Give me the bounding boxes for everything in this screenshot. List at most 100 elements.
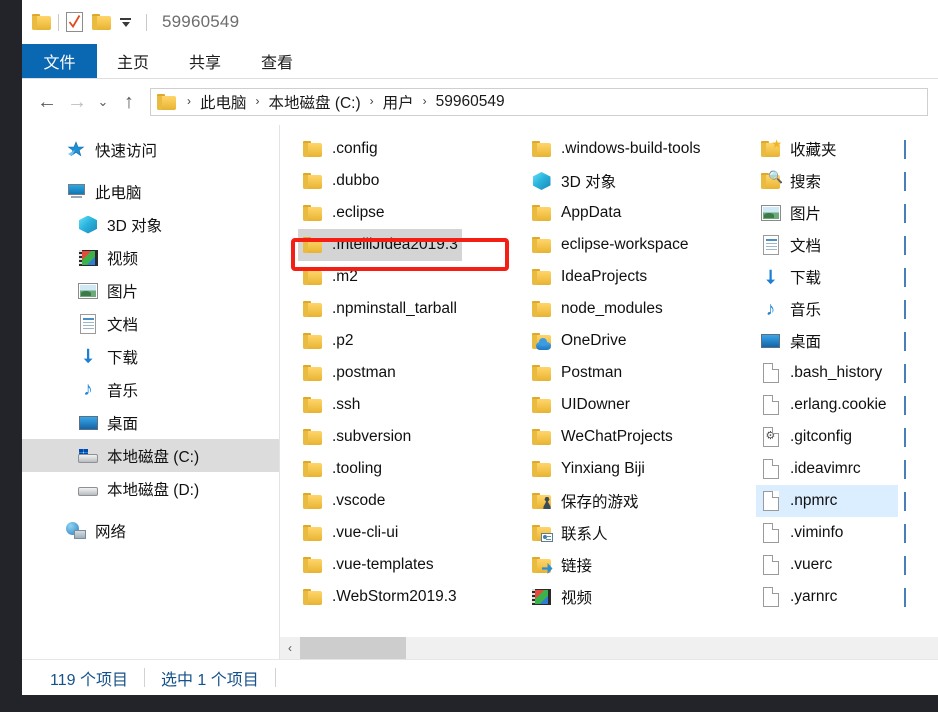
list-item-partial[interactable]: [904, 581, 922, 613]
list-item[interactable]: 桌面: [756, 325, 825, 357]
horizontal-scrollbar[interactable]: ‹: [280, 637, 938, 659]
sidebar-item-this-pc[interactable]: 此电脑: [22, 175, 279, 208]
explorer-folder-icon[interactable]: [32, 14, 51, 30]
list-item[interactable]: UIDowner: [527, 389, 634, 421]
list-item[interactable]: .eclipse: [298, 197, 389, 229]
list-item[interactable]: node_modules: [527, 293, 667, 325]
list-item[interactable]: eclipse-workspace: [527, 229, 693, 261]
address-input[interactable]: › 此电脑 › 本地磁盘 (C:) › 用户 › 59960549: [150, 88, 928, 116]
sidebar-item-local-disk-c[interactable]: 本地磁盘 (C:): [22, 439, 279, 472]
tab-file[interactable]: 文件: [22, 44, 97, 78]
sidebar-item-local-disk-d[interactable]: 本地磁盘 (D:): [22, 472, 279, 505]
list-item-partial[interactable]: [904, 453, 922, 485]
list-item-partial[interactable]: [904, 261, 922, 293]
sidebar-item-downloads[interactable]: ⭣ 下载: [22, 340, 279, 373]
list-item[interactable]: 保存的游戏: [527, 485, 643, 517]
list-item[interactable]: .ssh: [298, 389, 364, 421]
tab-share[interactable]: 共享: [169, 44, 241, 78]
breadcrumb-this-pc[interactable]: 此电脑: [198, 91, 249, 113]
list-item-partial[interactable]: [904, 485, 922, 517]
list-item-partial[interactable]: [904, 293, 922, 325]
list-item[interactable]: .vscode: [298, 485, 389, 517]
status-divider-2: [274, 668, 276, 687]
list-item[interactable]: .config: [298, 133, 382, 165]
address-bar-row: ← → ⌄ ↑ › 此电脑 › 本地磁盘 (C:) › 用户 › 5996054…: [22, 79, 938, 125]
up-button[interactable]: ↑: [114, 87, 144, 117]
list-item[interactable]: .vue-templates: [298, 549, 438, 581]
list-item[interactable]: .viminfo: [756, 517, 847, 549]
breadcrumb-users[interactable]: 用户: [381, 91, 416, 113]
list-item[interactable]: .npminstall_tarball: [298, 293, 461, 325]
list-item-partial[interactable]: [904, 549, 922, 581]
list-item[interactable]: .yarnrc: [756, 581, 841, 613]
breadcrumb-current-user[interactable]: 59960549: [434, 93, 507, 111]
sidebar-item-network[interactable]: 网络: [22, 514, 279, 547]
list-item-selected[interactable]: .IntelliJIdea2019.3: [298, 229, 462, 261]
list-item[interactable]: WeChatProjects: [527, 421, 677, 453]
list-item-partial[interactable]: [904, 229, 922, 261]
list-item[interactable]: ★ 收藏夹: [756, 133, 841, 165]
list-item[interactable]: .WebStorm2019.3: [298, 581, 461, 613]
file-name: .windows-build-tools: [561, 140, 701, 157]
folder-icon: [302, 267, 323, 288]
recent-locations-button[interactable]: ⌄: [92, 87, 114, 117]
list-item[interactable]: 🔍 搜索: [756, 165, 825, 197]
sidebar-item-music[interactable]: ♪ 音乐: [22, 373, 279, 406]
sidebar-item-quick-access[interactable]: 快速访问: [22, 133, 279, 166]
tab-home[interactable]: 主页: [97, 44, 169, 78]
list-item[interactable]: 文档: [756, 229, 825, 261]
list-item[interactable]: 图片: [756, 197, 825, 229]
list-item[interactable]: 3D 对象: [527, 165, 620, 197]
list-item-partial[interactable]: [904, 389, 922, 421]
tab-view[interactable]: 查看: [241, 44, 313, 78]
list-item[interactable]: .postman: [298, 357, 400, 389]
list-item[interactable]: 联系人: [527, 517, 612, 549]
list-item[interactable]: .gitconfig: [756, 421, 856, 453]
saved-games-icon: [531, 491, 552, 512]
list-item[interactable]: OneDrive: [527, 325, 630, 357]
list-item[interactable]: Postman: [527, 357, 626, 389]
list-item-partial[interactable]: [904, 325, 922, 357]
list-item[interactable]: IdeaProjects: [527, 261, 651, 293]
list-item-partial[interactable]: [904, 165, 922, 197]
file-list-pane[interactable]: .config .dubbo .eclipse .IntelliJIdea201…: [280, 125, 938, 659]
list-item-partial[interactable]: [904, 421, 922, 453]
sidebar-item-desktop[interactable]: 桌面: [22, 406, 279, 439]
list-item[interactable]: .m2: [298, 261, 362, 293]
list-item[interactable]: .p2: [298, 325, 358, 357]
list-item[interactable]: Yinxiang Biji: [527, 453, 649, 485]
list-item[interactable]: .dubbo: [298, 165, 383, 197]
folder-icon: [531, 139, 552, 160]
list-item[interactable]: ⭣ 下载: [756, 261, 825, 293]
list-item[interactable]: .ideavimrc: [756, 453, 865, 485]
list-item[interactable]: .vuerc: [756, 549, 836, 581]
list-item[interactable]: AppData: [527, 197, 625, 229]
list-item[interactable]: .subversion: [298, 421, 415, 453]
file-name: 3D 对象: [561, 174, 617, 191]
sidebar-item-documents[interactable]: 文档: [22, 307, 279, 340]
list-item[interactable]: .vue-cli-ui: [298, 517, 402, 549]
list-item[interactable]: .tooling: [298, 453, 386, 485]
list-item-partial[interactable]: [904, 357, 922, 389]
list-item[interactable]: ♪ 音乐: [756, 293, 825, 325]
list-item-partial[interactable]: [904, 197, 922, 229]
list-item-partial[interactable]: [904, 517, 922, 549]
list-item[interactable]: .bash_history: [756, 357, 886, 389]
chevron-down-icon[interactable]: [119, 15, 133, 29]
scrollbar-thumb[interactable]: [300, 637, 406, 659]
properties-checkbox-icon[interactable]: [66, 12, 83, 32]
list-item[interactable]: .windows-build-tools: [527, 133, 705, 165]
forward-button[interactable]: →: [62, 87, 92, 117]
sidebar-item-pictures[interactable]: 图片: [22, 274, 279, 307]
sidebar-item-3d-objects[interactable]: 3D 对象: [22, 208, 279, 241]
list-item-hovered[interactable]: .npmrc: [756, 485, 898, 517]
list-item-partial[interactable]: [904, 133, 922, 165]
breadcrumb-local-disk-c[interactable]: 本地磁盘 (C:): [267, 91, 363, 113]
list-item[interactable]: .erlang.cookie: [756, 389, 891, 421]
back-button[interactable]: ←: [32, 87, 62, 117]
new-folder-icon[interactable]: [92, 14, 111, 30]
scroll-left-icon[interactable]: ‹: [280, 637, 300, 659]
sidebar-item-videos[interactable]: 视频: [22, 241, 279, 274]
list-item[interactable]: 视频: [527, 581, 596, 613]
list-item[interactable]: 链接: [527, 549, 596, 581]
